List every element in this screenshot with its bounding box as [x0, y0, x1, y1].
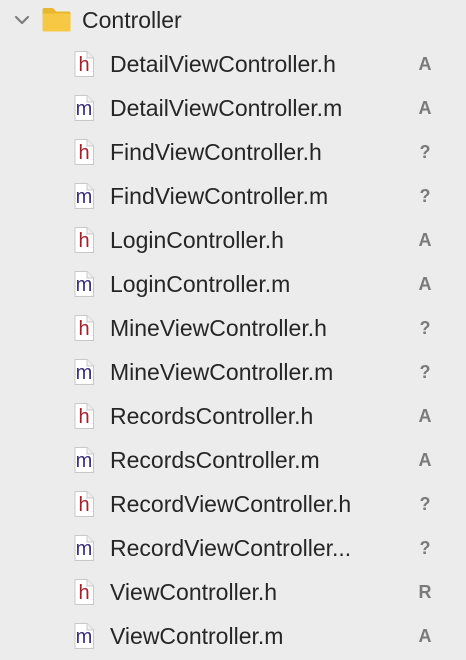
source-control-status-badge: ? — [419, 318, 431, 338]
header-file-icon: h — [72, 402, 96, 430]
file-name: FindViewController.h — [110, 139, 322, 165]
file-type-letter: m — [75, 186, 93, 208]
source-control-status-badge: ? — [419, 538, 431, 558]
source-control-status-badge: ? — [419, 362, 431, 382]
file-row[interactable]: m LoginController.m A — [0, 262, 466, 306]
file-name: RecordsController.h — [110, 403, 314, 429]
header-file-icon: h — [72, 226, 96, 254]
file-name: FindViewController.m — [110, 183, 329, 209]
file-type-letter: h — [78, 318, 90, 340]
source-control-status-badge: R — [418, 582, 432, 602]
source-control-status-badge: A — [418, 274, 432, 294]
file-name: LoginController.m — [110, 271, 291, 297]
file-type-letter: h — [78, 230, 90, 252]
source-control-status-badge: ? — [419, 186, 431, 206]
file-row[interactable]: m MineViewController.m? — [0, 350, 466, 394]
file-row[interactable]: m FindViewController.m? — [0, 174, 466, 218]
file-row[interactable]: m DetailViewController.m A — [0, 86, 466, 130]
chevron-down-icon[interactable] — [12, 10, 32, 30]
source-control-status-badge: A — [418, 98, 432, 118]
file-row[interactable]: h RecordsController.h A — [0, 394, 466, 438]
file-type-letter: h — [78, 142, 90, 164]
implementation-file-icon: m — [72, 358, 96, 386]
file-type-letter: h — [78, 54, 90, 76]
source-control-status-badge: A — [418, 54, 432, 74]
header-file-icon: h — [72, 50, 96, 78]
header-file-icon: h — [72, 138, 96, 166]
group-row-controller[interactable]: Controller — [0, 0, 466, 40]
header-file-icon: h — [72, 578, 96, 606]
file-name: MineViewController.h — [110, 315, 327, 341]
file-list: h DetailViewController.h Am DetailViewContr… — [0, 42, 466, 658]
implementation-file-icon: m — [72, 94, 96, 122]
file-row[interactable]: h DetailViewController.h A — [0, 42, 466, 86]
source-control-status-badge: A — [418, 450, 432, 470]
file-name: RecordViewController.h — [110, 491, 352, 517]
header-file-icon: h — [72, 314, 96, 342]
source-control-status-badge: A — [418, 626, 432, 646]
file-type-letter: m — [75, 626, 93, 648]
implementation-file-icon: m — [72, 534, 96, 562]
file-row[interactable]: m ViewController.m A — [0, 614, 466, 658]
source-control-status-badge: A — [418, 406, 432, 426]
file-type-letter: m — [75, 538, 93, 560]
file-row[interactable]: h LoginController.h A — [0, 218, 466, 262]
group-label: Controller — [82, 7, 182, 33]
file-name: RecordViewController... — [110, 535, 352, 561]
file-type-letter: h — [78, 406, 90, 428]
folder-icon — [41, 6, 72, 33]
file-name: DetailViewController.h — [110, 51, 336, 77]
file-name: ViewController.m — [110, 623, 284, 649]
project-navigator: Controller h DetailViewController.h Am Deta… — [0, 0, 466, 660]
file-name: RecordsController.m — [110, 447, 320, 473]
implementation-file-icon: m — [72, 446, 96, 474]
file-name: DetailViewController.m — [110, 95, 343, 121]
file-name: LoginController.h — [110, 227, 284, 253]
file-row[interactable]: h FindViewController.h? — [0, 130, 466, 174]
implementation-file-icon: m — [72, 622, 96, 650]
header-file-icon: h — [72, 490, 96, 518]
implementation-file-icon: m — [72, 182, 96, 210]
file-type-letter: m — [75, 450, 93, 472]
file-type-letter: m — [75, 362, 93, 384]
file-type-letter: m — [75, 98, 93, 120]
file-type-letter: h — [78, 582, 90, 604]
source-control-status-badge: ? — [419, 142, 431, 162]
file-row[interactable]: m RecordsController.m A — [0, 438, 466, 482]
file-name: MineViewController.m — [110, 359, 334, 385]
file-type-letter: m — [75, 274, 93, 296]
file-row[interactable]: h ViewController.h R — [0, 570, 466, 614]
file-row[interactable]: h RecordViewController.h? — [0, 482, 466, 526]
implementation-file-icon: m — [72, 270, 96, 298]
file-name: ViewController.h — [110, 579, 278, 605]
source-control-status-badge: ? — [419, 494, 431, 514]
file-row[interactable]: m RecordViewController...? — [0, 526, 466, 570]
file-type-letter: h — [78, 494, 90, 516]
file-row[interactable]: h MineViewController.h? — [0, 306, 466, 350]
source-control-status-badge: A — [418, 230, 432, 250]
